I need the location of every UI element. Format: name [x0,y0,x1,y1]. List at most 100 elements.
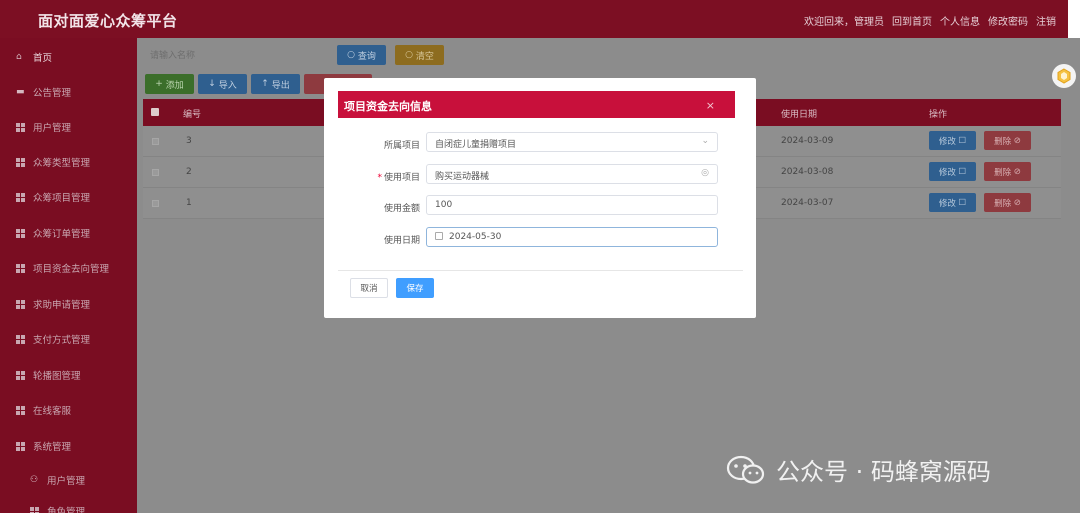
header-edge [1068,0,1080,38]
upload-icon: ↑ [261,79,269,89]
date-label: 使用日期 [383,236,420,246]
cancel-button[interactable]: 取消 [350,278,388,298]
sidebar-item-label: 轮播图管理 [33,371,81,382]
export-label: 导出 [271,80,290,91]
edit-label: 修改 [938,198,956,209]
delete-button[interactable]: 删除 ⊘ [984,193,1031,212]
export-button[interactable]: ↑ 导出 [251,74,300,94]
amount-input-value: 100 [435,200,453,210]
welcome-text: 欢迎回来，管理员 [804,17,884,28]
profile-link[interactable]: 个人信息 [940,13,980,28]
date-picker[interactable]: 2024-05-30 [426,227,718,247]
sidebar-item-label: 用户管理 [47,476,86,487]
watermark: 公众号 · 码蜂窝源码 [726,452,991,487]
row-checkbox[interactable] [152,138,159,145]
sidebar-item-label: 角色管理 [47,507,86,513]
floating-helper-icon[interactable] [1052,64,1076,88]
grid-icon [16,441,25,451]
sidebar-item-label: 系统管理 [33,442,72,453]
row-date: 2024-03-09 [781,136,834,146]
usage-label-text: 使用项目 [383,173,420,183]
header-nav: 欢迎回来，管理员 回到首页 个人信息 修改密码 注销 [804,13,1056,28]
check-circle-icon: ◎ [701,168,709,178]
sidebar-item-system[interactable]: 系统管理 [0,429,137,463]
usage-input[interactable]: 购买运动器械 ◎ [426,164,718,184]
sidebar-item-label: 众筹类型管理 [33,158,91,169]
home-icon: ⌂ [16,51,22,62]
delete-button[interactable]: 删除 ⊘ [984,162,1031,181]
delete-label: 删除 [994,198,1012,209]
grid-icon [16,370,25,380]
query-label: 查询 [357,51,376,62]
add-button[interactable]: + 添加 [145,74,194,94]
row-id: 3 [186,136,192,146]
edit-button[interactable]: 修改 ☐ [929,162,976,181]
sidebar-subitem-roles[interactable]: 角色管理 [0,494,137,513]
query-button[interactable]: ○ 查询 [337,45,386,65]
sidebar-item-home[interactable]: ⌂ 首页 [0,40,137,74]
sidebar-item-label: 首页 [33,53,53,64]
sidebar-item-label: 项目资金去向管理 [33,264,110,275]
edit-button[interactable]: 修改 ☐ [929,131,976,150]
search-input[interactable]: 请输入名称 [150,45,320,65]
sidebar-item-crowdfunding-projects[interactable]: 众筹项目管理 [0,180,137,214]
sidebar-item-label: 众筹项目管理 [33,193,91,204]
grid-icon [16,228,25,238]
add-label: 添加 [165,80,184,91]
row-checkbox[interactable] [152,200,159,207]
download-icon: ↓ [208,79,216,89]
delete-label: 删除 [994,167,1012,178]
hexagon-icon [1057,68,1071,84]
home-link[interactable]: 回到首页 [892,13,932,28]
sidebar-item-announcements[interactable]: ▬ 公告管理 [0,75,137,109]
grid-icon [16,299,25,309]
calendar-icon [435,232,443,240]
search-icon: ○ [347,50,355,60]
grid-icon [30,506,39,513]
select-all-checkbox[interactable] [151,108,159,116]
import-label: 导入 [218,80,237,91]
column-header-id: 编号 [183,110,202,120]
sidebar-item-fund-usage[interactable]: 项目资金去向管理 [0,251,137,285]
sidebar-item-online-service[interactable]: 在线客服 [0,393,137,427]
column-header-date: 使用日期 [781,110,818,120]
grid-icon [16,263,25,273]
clear-button[interactable]: ○ 清空 [395,45,444,65]
edit-label: 修改 [938,167,956,178]
delete-icon: ⊘ [1013,135,1021,146]
grid-icon [16,122,25,132]
change-password-link[interactable]: 修改密码 [988,13,1028,28]
column-header-actions: 操作 [929,110,948,120]
delete-icon: ⊘ [1013,197,1021,208]
reset-icon: ○ [405,50,413,60]
sidebar-item-users[interactable]: 用户管理 [0,110,137,144]
save-button[interactable]: 保存 [396,278,434,298]
usage-label: * 使用项目 [350,170,420,183]
grid-icon [16,334,25,344]
close-icon[interactable]: × [706,99,715,112]
grid-icon [16,157,25,167]
sidebar-item-help-requests[interactable]: 求助申请管理 [0,287,137,321]
watermark-text: 公众号 · 码蜂窝源码 [776,458,991,486]
fund-usage-dialog: 项目资金去向信息 × 所属项目 自闭症儿童捐赠项目 ⌄ * 使用项目 购买运动器械… [324,78,756,318]
sidebar-item-crowdfunding-orders[interactable]: 众筹订单管理 [0,216,137,250]
user-icon: ⚇ [30,474,39,485]
edit-button[interactable]: 修改 ☐ [929,193,976,212]
sidebar-item-carousel[interactable]: 轮播图管理 [0,358,137,392]
edit-icon: ☐ [958,135,967,146]
row-checkbox[interactable] [152,169,159,176]
sidebar-item-crowdfunding-types[interactable]: 众筹类型管理 [0,145,137,179]
sidebar-item-payment-methods[interactable]: 支付方式管理 [0,322,137,356]
row-id: 1 [186,198,192,208]
import-button[interactable]: ↓ 导入 [198,74,247,94]
monitor-icon: ▬ [16,86,25,97]
row-date: 2024-03-07 [781,198,834,208]
logout-link[interactable]: 注销 [1036,13,1056,28]
sidebar: ⌂ 首页 ▬ 公告管理 用户管理 众筹类型管理 众筹项目管理 众筹订单管理 项目… [0,38,137,513]
project-select[interactable]: 自闭症儿童捐赠项目 ⌄ [426,132,718,152]
edit-label: 修改 [938,136,956,147]
amount-input[interactable]: 100 [426,195,718,215]
sidebar-subitem-users[interactable]: ⚇ 用户管理 [0,463,137,497]
row-id: 2 [186,167,192,177]
delete-button[interactable]: 删除 ⊘ [984,131,1031,150]
